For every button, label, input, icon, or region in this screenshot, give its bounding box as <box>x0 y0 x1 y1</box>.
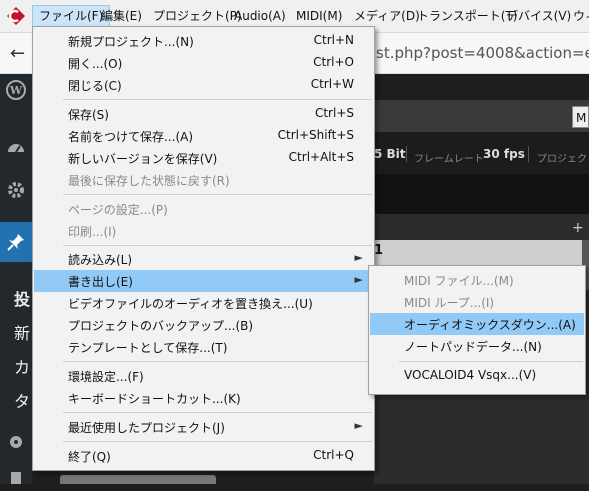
menu-item-quit[interactable]: 終了(Q) Ctrl+Q <box>34 445 373 467</box>
submenu-arrow-icon: ► <box>354 251 363 264</box>
submenu-item-vocaloid-vsqx[interactable]: VOCALOID4 Vsqx...(V) <box>370 365 584 387</box>
menu-item-new-project[interactable]: 新規プロジェクト...(N) Ctrl+N <box>34 30 373 52</box>
shortcut-label: Ctrl+N <box>313 33 354 47</box>
app-logo-icon[interactable] <box>6 6 26 26</box>
project-label: プロジェクトの <box>537 154 589 165</box>
export-submenu: MIDI ファイル...(M) MIDI ループ...(I) オーディオミックス… <box>368 265 586 395</box>
menu-separator <box>63 361 372 362</box>
menu-item-replace-video-audio[interactable]: ビデオファイルのオーディオを置き換え...(U) <box>34 292 373 314</box>
menu-item-label: テンプレートとして保存...(T) <box>68 341 228 355</box>
menu-item-label: 最後に保存した状態に戻す(R) <box>68 174 230 188</box>
toolbar-divider <box>406 146 407 162</box>
menu-item-label: 名前をつけて保存...(A) <box>68 130 194 144</box>
submenu-item-notepad-data[interactable]: ノートパッドデータ...(N) <box>370 335 584 357</box>
wordpress-logo-icon[interactable]: W <box>6 80 26 100</box>
sidebar-text-tags[interactable]: タ <box>14 388 30 412</box>
menu-separator <box>399 361 583 362</box>
menu-item-revert: 最後に保存した状態に戻す(R) <box>34 169 373 191</box>
menu-item-label: ビデオファイルのオーディオを置き換え...(U) <box>68 297 313 311</box>
menu-item-export[interactable]: 書き出し(E) ► <box>34 270 373 292</box>
tools-icon[interactable] <box>6 466 26 486</box>
menu-item-label: MIDI ループ...(I) <box>404 296 495 310</box>
add-track-icon[interactable]: + <box>572 220 584 236</box>
sidebar-text-posts[interactable]: 投 <box>14 286 30 310</box>
menu-separator <box>63 245 372 246</box>
menu-separator <box>63 412 372 413</box>
shortcut-label: Ctrl+O <box>313 55 354 69</box>
menu-item-recent-projects[interactable]: 最近使用したプロジェクト(J) ► <box>34 416 373 438</box>
video-ruler <box>374 174 589 214</box>
menu-separator <box>63 99 372 100</box>
menu-item-label: ページの設定...(P) <box>68 203 168 217</box>
shortcut-label: Ctrl+S <box>314 106 354 120</box>
menu-item-save-new-version[interactable]: 新しいバージョンを保存(V) Ctrl+Alt+S <box>34 147 373 169</box>
sidebar-text-new[interactable]: 新 <box>14 320 30 344</box>
menu-item-label: 新しいバージョンを保存(V) <box>68 152 218 166</box>
menu-item-label: 保存(S) <box>68 108 109 122</box>
svg-text:W: W <box>9 84 23 97</box>
menu-item-label: ノートパッドデータ...(N) <box>404 340 542 354</box>
menu-item-close[interactable]: 閉じる(C) Ctrl+W <box>34 74 373 96</box>
track-number: 1 <box>374 243 384 258</box>
video-header-button[interactable]: M <box>572 106 589 128</box>
sidebar-text-category[interactable]: カ <box>14 354 30 378</box>
menu-item-label: 印刷...(I) <box>68 225 117 239</box>
menu-item-label: 最近使用したプロジェクト(J) <box>68 421 225 435</box>
menu-item-preferences[interactable]: 環境設定...(F) <box>34 365 373 387</box>
menu-item-label: 開く...(O) <box>68 57 123 71</box>
plugin-icon[interactable] <box>6 432 26 452</box>
file-menu: 新規プロジェクト...(N) Ctrl+N 開く...(O) Ctrl+O 閉じ… <box>32 26 375 471</box>
url-bar[interactable]: st.php?post=4008&action=edit <box>376 44 589 62</box>
menu-item-backup-project[interactable]: プロジェクトのバックアップ...(B) <box>34 314 373 336</box>
gear-icon[interactable] <box>6 180 26 200</box>
menu-item-open[interactable]: 開く...(O) Ctrl+O <box>34 52 373 74</box>
menu-window[interactable]: ウィ <box>567 6 589 26</box>
video-header <box>374 100 589 132</box>
toolbar-divider <box>528 146 529 162</box>
submenu-item-midi-file: MIDI ファイル...(M) <box>370 269 584 291</box>
menu-separator <box>63 194 372 195</box>
menu-midi[interactable]: MIDI(M) <box>290 6 348 26</box>
dashboard-icon[interactable] <box>6 138 26 158</box>
submenu-item-audio-mixdown[interactable]: オーディオミックスダウン...(A) <box>370 313 584 335</box>
shortcut-label: Ctrl+Alt+S <box>288 150 354 164</box>
wordpress-sidebar <box>0 74 32 484</box>
menu-item-label: 読み込み(L) <box>68 253 133 267</box>
menu-item-label: VOCALOID4 Vsqx...(V) <box>404 368 537 382</box>
submenu-arrow-icon: ► <box>354 419 363 432</box>
menu-item-label: 新規プロジェクト...(N) <box>68 35 194 49</box>
menu-item-label: 書き出し(E) <box>68 275 133 289</box>
menu-item-save[interactable]: 保存(S) Ctrl+S <box>34 103 373 125</box>
framerate-label: フレームレート <box>414 154 484 165</box>
menu-item-save-as[interactable]: 名前をつけて保存...(A) Ctrl+Shift+S <box>34 125 373 147</box>
framerate-value[interactable]: 30 fps <box>483 147 525 161</box>
menu-audio[interactable]: Audio(A) <box>228 6 292 26</box>
shortcut-label: Ctrl+W <box>310 77 354 91</box>
submenu-item-midi-loop: MIDI ループ...(I) <box>370 291 584 313</box>
menu-item-save-as-template[interactable]: テンプレートとして保存...(T) <box>34 336 373 358</box>
submenu-arrow-icon: ► <box>354 273 363 286</box>
bit-depth-value: 5 Bit <box>374 147 406 161</box>
menu-item-label: MIDI ファイル...(M) <box>404 274 514 288</box>
menu-item-label: プロジェクトのバックアップ...(B) <box>68 319 254 333</box>
menu-item-import[interactable]: 読み込み(L) ► <box>34 248 373 270</box>
menu-edit[interactable]: 編集(E) <box>95 6 148 26</box>
back-arrow-icon[interactable]: ← <box>10 43 25 64</box>
menu-item-label: キーボードショートカット...(K) <box>68 392 241 406</box>
menu-item-label: 終了(Q) <box>68 450 111 464</box>
pushpin-icon <box>6 232 26 252</box>
menu-separator <box>63 441 372 442</box>
menu-item-keyboard-shortcuts[interactable]: キーボードショートカット...(K) <box>34 387 373 409</box>
menu-item-label: 環境設定...(F) <box>68 370 144 384</box>
menu-item-page-setup: ページの設定...(P) <box>34 198 373 220</box>
menu-item-label: オーディオミックスダウン...(A) <box>404 318 576 332</box>
menu-item-print: 印刷...(I) <box>34 220 373 242</box>
menu-item-label: 閉じる(C) <box>68 79 122 93</box>
menu-devices[interactable]: デバイス(V) <box>500 6 577 26</box>
shortcut-label: Ctrl+Shift+S <box>277 128 354 142</box>
shortcut-label: Ctrl+Q <box>313 448 354 462</box>
bottom-control[interactable] <box>60 475 216 484</box>
